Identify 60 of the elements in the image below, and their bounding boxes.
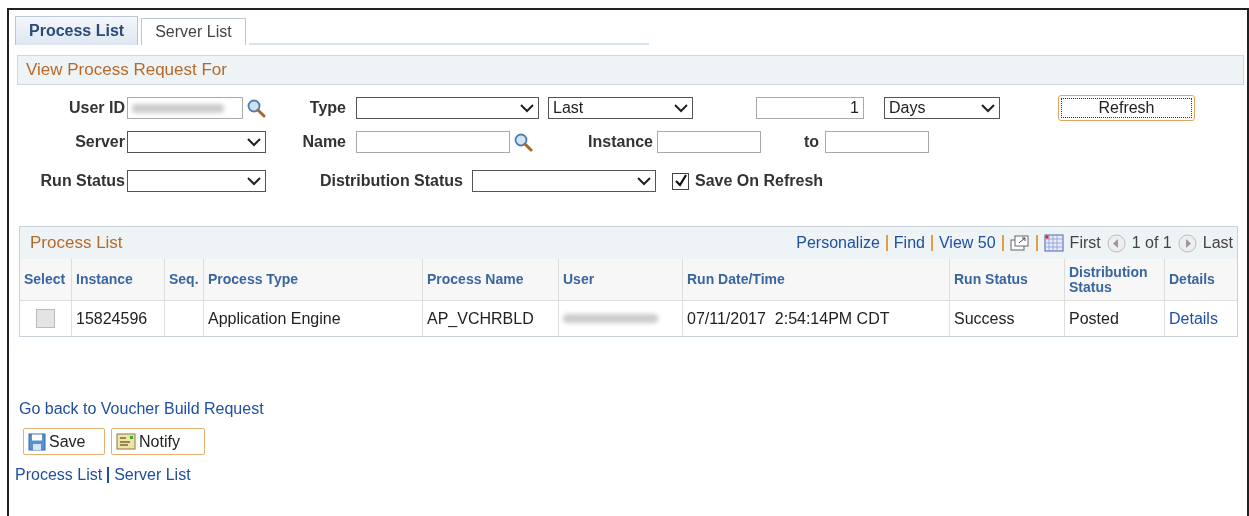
chevron-icon bbox=[247, 137, 261, 147]
checkbox[interactable] bbox=[672, 172, 689, 190]
instance-field[interactable] bbox=[657, 131, 761, 153]
name-field[interactable] bbox=[356, 131, 510, 153]
count-field[interactable]: 1 bbox=[756, 97, 864, 119]
table-cell: AP_VCHRBLD bbox=[423, 301, 559, 336]
distribution-status-dropdown[interactable] bbox=[472, 170, 656, 192]
grid-link[interactable]: Find bbox=[893, 234, 925, 252]
field-label: Name bbox=[301, 133, 346, 151]
grid-title: Process List bbox=[30, 233, 123, 253]
save-button[interactable]: Save bbox=[23, 428, 105, 455]
server-dropdown[interactable] bbox=[127, 131, 266, 153]
type-dropdown[interactable] bbox=[356, 97, 539, 119]
table-cell: Application Engine bbox=[204, 301, 423, 336]
search-icon[interactable] bbox=[513, 132, 533, 152]
field-label: Run Status bbox=[39, 172, 125, 190]
run-status-dropdown[interactable] bbox=[127, 170, 266, 192]
table-cell: 07/11/2017 2:54:14PM CDT bbox=[683, 301, 950, 336]
pager-first: First bbox=[1069, 234, 1101, 252]
chevron-icon bbox=[247, 176, 261, 186]
chevron-icon bbox=[674, 103, 688, 113]
chevron-icon bbox=[981, 103, 995, 113]
link-separator bbox=[107, 467, 110, 483]
footer-link[interactable]: Process List bbox=[15, 466, 103, 484]
user-id-field[interactable] bbox=[127, 97, 243, 119]
pager-last: Last bbox=[1202, 234, 1233, 252]
section-title: View Process Request For bbox=[26, 60, 227, 80]
search-icon[interactable] bbox=[246, 98, 266, 118]
notify-button[interactable]: Notify bbox=[111, 428, 205, 455]
new-window-icon[interactable] bbox=[1009, 234, 1030, 252]
chevron-icon bbox=[637, 176, 651, 186]
field-label: User ID bbox=[67, 99, 125, 117]
table-cell: Success bbox=[950, 301, 1065, 336]
unit-dropdown[interactable]: Days bbox=[884, 97, 1000, 119]
field-label: Distribution Status bbox=[318, 172, 463, 190]
column-header: Details bbox=[1168, 270, 1216, 290]
row-checkbox[interactable] bbox=[36, 309, 55, 328]
checkbox-label: Save On Refresh bbox=[695, 172, 824, 190]
field-label: to bbox=[802, 133, 819, 151]
range-dropdown[interactable]: Last bbox=[548, 97, 693, 119]
back-link[interactable]: Go back to Voucher Build Request bbox=[19, 400, 264, 418]
grid-link[interactable]: View 50 bbox=[938, 234, 996, 252]
details-link[interactable]: Details bbox=[1169, 309, 1218, 328]
footer-link[interactable]: Server List bbox=[114, 466, 191, 484]
field-label: Type bbox=[308, 99, 346, 117]
field-label: Instance bbox=[587, 133, 653, 151]
grid-link[interactable]: Personalize bbox=[796, 234, 880, 252]
spreadsheet-icon[interactable] bbox=[1043, 234, 1064, 252]
note-icon bbox=[116, 433, 136, 450]
instance-to-field[interactable] bbox=[825, 131, 929, 153]
table-cell: Posted bbox=[1065, 301, 1165, 336]
field-label: Server bbox=[74, 133, 125, 151]
previous-icon[interactable] bbox=[1106, 233, 1126, 253]
tab[interactable]: Server List bbox=[141, 18, 246, 45]
pager-range: 1 of 1 bbox=[1131, 234, 1172, 252]
refresh-button[interactable]: Refresh bbox=[1058, 95, 1195, 121]
next-icon[interactable] bbox=[1177, 233, 1197, 253]
tab[interactable]: Process List bbox=[15, 16, 139, 45]
table-cell: 15824596 bbox=[72, 301, 165, 336]
chevron-icon bbox=[520, 103, 534, 113]
